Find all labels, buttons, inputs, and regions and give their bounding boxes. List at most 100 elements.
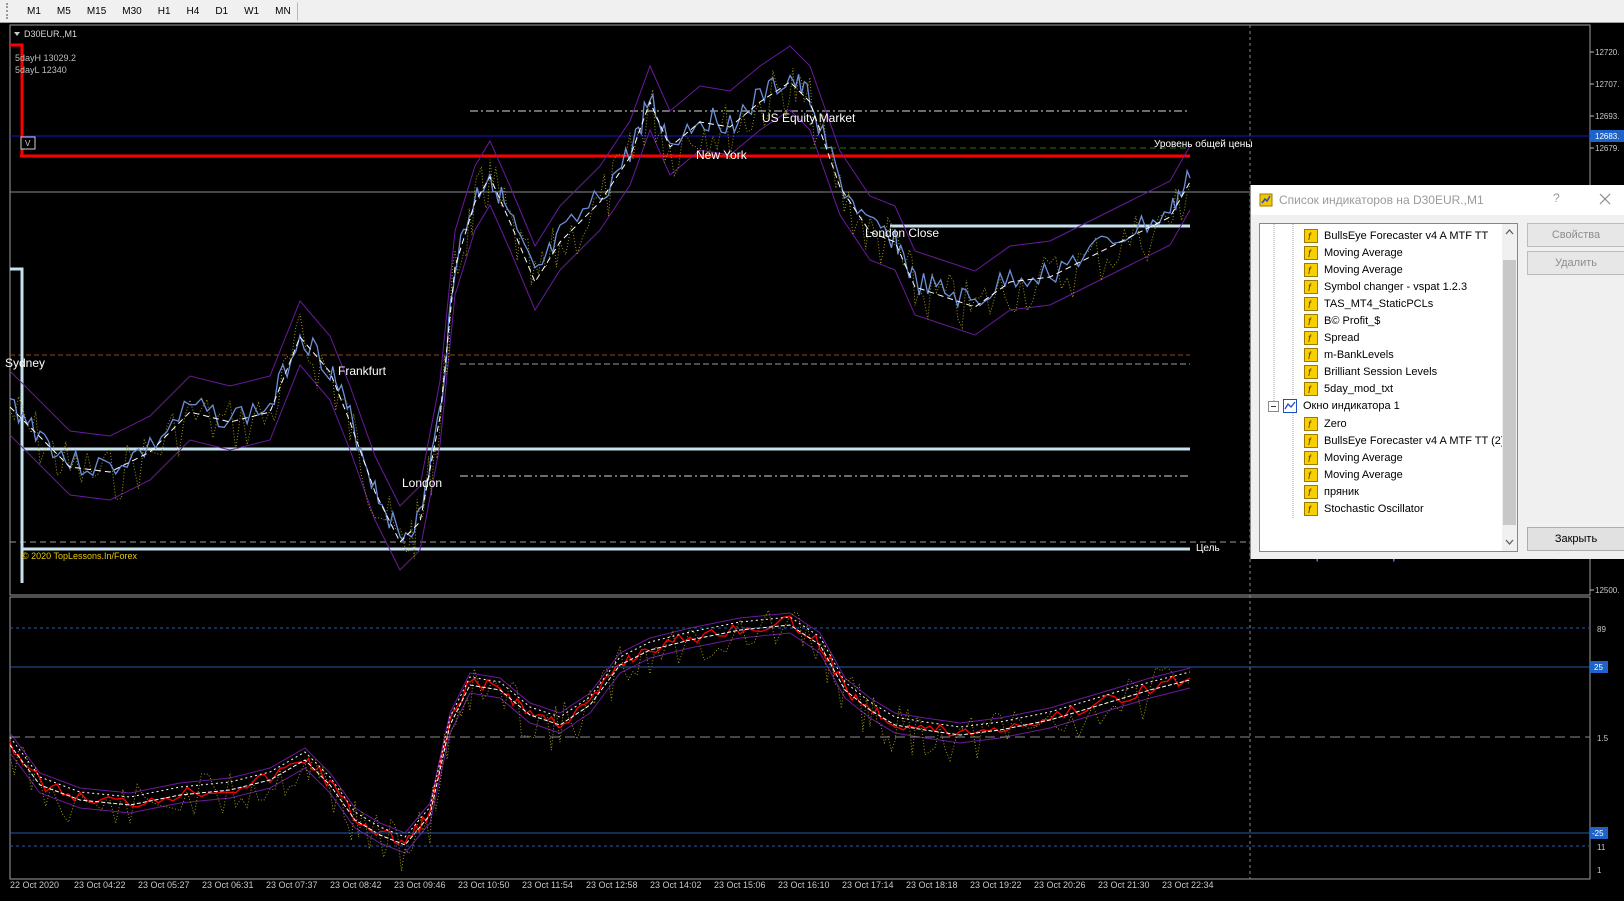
time-tick: 23 Oct 15:06 [714, 880, 766, 890]
time-tick: 23 Oct 04:22 [74, 880, 126, 890]
indicator-function-icon: f [1304, 280, 1318, 294]
indicator-item-bullseye-forecaster-2[interactable]: f BullsEye Forecaster v4 A MTF TT (2) [1304, 432, 1505, 450]
time-tick: 23 Oct 09:46 [394, 880, 446, 890]
session-label-new-york: New York [696, 148, 748, 162]
timeframe-m1-button[interactable]: M1 [20, 2, 48, 21]
symbol-title: D30EUR.,M1 [24, 29, 77, 39]
indicator-item-moving-average[interactable]: f Moving Average [1304, 449, 1403, 467]
indicator-function-icon: f [1304, 468, 1318, 482]
indicator-item-label: B© Profit_$ [1324, 315, 1381, 327]
indicator-tree[interactable]: f BullsEye Forecaster v4 A MTF TT f Movi… [1259, 223, 1518, 552]
delete-button[interactable]: Удалить [1527, 251, 1624, 275]
v-marker: V [25, 139, 31, 148]
indicator-item-symbol-changer[interactable]: f Symbol changer - vspat 1.2.3 [1304, 278, 1467, 296]
timeframe-mn-button[interactable]: MN [268, 1, 298, 21]
scroll-down-icon[interactable] [1502, 534, 1517, 550]
time-tick: 23 Oct 20:26 [1034, 880, 1086, 890]
indicator-item-pryanik[interactable]: f пряник [1304, 483, 1359, 501]
indicator-function-icon: f [1304, 451, 1318, 465]
close-icon[interactable] [1595, 189, 1615, 209]
indicator-item-label: BullsEye Forecaster v4 A MTF TT (2) [1324, 435, 1505, 447]
current-price-tag: 12683. [1595, 132, 1619, 141]
indicator-item-moving-average[interactable]: f Moving Average [1304, 466, 1403, 484]
time-tick: 23 Oct 06:31 [202, 880, 254, 890]
indicator-function-icon: f [1304, 365, 1318, 379]
session-label-sydney: Sydney [5, 356, 45, 370]
close-button[interactable]: Закрыть [1527, 527, 1624, 551]
properties-button[interactable]: Свойства [1527, 223, 1624, 247]
indicator-item-label: TAS_MT4_StaticPCLs [1324, 298, 1434, 310]
copyright-text: © 2020 TopLessons.In/Forex [22, 551, 138, 561]
price-tick: 12500. [1595, 586, 1619, 595]
indicator-function-icon: f [1304, 331, 1318, 345]
timeframe-w1-button[interactable]: W1 [237, 2, 266, 21]
indicator-function-icon: f [1304, 246, 1318, 260]
timeframe-m5-button[interactable]: M5 [50, 2, 78, 21]
target-label: Цель [1196, 543, 1220, 554]
indicator-function-icon: f [1304, 263, 1318, 277]
help-icon[interactable]: ? [1553, 191, 1560, 205]
time-tick: 23 Oct 10:50 [458, 880, 510, 890]
collapse-icon[interactable] [1268, 400, 1279, 412]
sub-tick: 1 [1597, 866, 1602, 875]
five-day-high: 5dayH 13029.2 [15, 53, 76, 63]
indicator-item-zero[interactable]: f Zero [1304, 415, 1347, 433]
timeframe-m15-button[interactable]: M15 [80, 2, 113, 21]
indicator-function-icon: f [1304, 417, 1318, 431]
timeframe-buttons: M1 M5 M15 M30 H1 H4 D1 W1 MN [6, 1, 300, 21]
time-tick: 23 Oct 19:22 [970, 880, 1022, 890]
time-tick: 23 Oct 08:42 [330, 880, 382, 890]
sub-tick: 89 [1597, 625, 1606, 634]
tree-scrollbar[interactable] [1502, 224, 1517, 551]
indicator-item-bank-levels[interactable]: f m-BankLevels [1304, 346, 1394, 364]
indicator-item-label: BullsEye Forecaster v4 A MTF TT [1324, 230, 1489, 242]
price-level-label: Уровень общей цены [1154, 138, 1253, 150]
indicator-item-session-levels[interactable]: f Brilliant Session Levels [1304, 363, 1437, 381]
indicator-item-profit[interactable]: f B© Profit_$ [1304, 312, 1380, 330]
indicator-item-label: 5day_mod_txt [1324, 383, 1394, 395]
indicator-window-icon [1283, 399, 1297, 413]
indicator-function-icon: f [1304, 348, 1318, 362]
sub-tick: 1.5 [1597, 734, 1609, 743]
indicator-item-label: Zero [1324, 418, 1347, 430]
timeframe-m30-button[interactable]: M30 [115, 2, 148, 21]
indicator-function-icon: f [1304, 314, 1318, 328]
indicator-function-icon: f [1304, 485, 1318, 499]
indicator-item-label: Moving Average [1324, 452, 1403, 464]
price-tick: 12720. [1595, 48, 1619, 57]
scroll-thumb[interactable] [1503, 260, 1516, 525]
sub-tick: 25 [1594, 663, 1603, 672]
indicator-item-moving-average[interactable]: f Moving Average [1304, 261, 1403, 279]
indicator-item-spread[interactable]: f Spread [1304, 329, 1359, 347]
time-tick: 22 Oct 2020 [10, 880, 59, 890]
toolbar-grip[interactable] [6, 3, 12, 19]
indicator-item-tas-staticpcls[interactable]: f TAS_MT4_StaticPCLs [1304, 295, 1433, 313]
dialog-title: Список индикаторов на D30EUR.,M1 [1279, 193, 1484, 207]
timeframe-h4-button[interactable]: H4 [180, 2, 207, 21]
time-tick: 23 Oct 17:14 [842, 880, 894, 890]
time-tick: 23 Oct 14:02 [650, 880, 702, 890]
indicator-item-stochastic[interactable]: f Stochastic Oscillator [1304, 500, 1424, 518]
indicator-function-icon: f [1304, 382, 1318, 396]
sub-tick: 11 [1597, 843, 1606, 852]
indicator-function-icon: f [1304, 434, 1318, 448]
timeframe-h1-button[interactable]: H1 [151, 2, 178, 21]
indicator-item-label: Stochastic Oscillator [1324, 503, 1424, 515]
indicator-item-bullseye-forecaster[interactable]: f BullsEye Forecaster v4 A MTF TT [1304, 227, 1488, 245]
scroll-up-icon[interactable] [1502, 224, 1517, 240]
dialog-title-bar[interactable]: Список индикаторов на D30EUR.,M1 ? [1251, 185, 1624, 215]
timeframe-d1-button[interactable]: D1 [208, 2, 235, 21]
session-label-london: London [402, 476, 442, 490]
time-tick: 23 Oct 21:30 [1098, 880, 1150, 890]
indicator-item-moving-average[interactable]: f Moving Average [1304, 244, 1403, 262]
time-tick: 23 Oct 16:10 [778, 880, 830, 890]
indicator-function-icon: f [1304, 502, 1318, 516]
indicator-item-label: Moving Average [1324, 469, 1403, 481]
time-tick: 23 Oct 07:37 [266, 880, 318, 890]
time-tick: 23 Oct 18:18 [906, 880, 958, 890]
indicator-item-label: Spread [1324, 332, 1360, 344]
indicator-item-label: Moving Average [1324, 264, 1403, 276]
indicator-list-dialog: Список индикаторов на D30EUR.,M1 ? f Bul… [1250, 185, 1624, 559]
indicator-item-5day-mod-txt[interactable]: f 5day_mod_txt [1304, 380, 1393, 398]
indicator-window-node[interactable]: Окно индикатора 1 [1268, 397, 1400, 415]
